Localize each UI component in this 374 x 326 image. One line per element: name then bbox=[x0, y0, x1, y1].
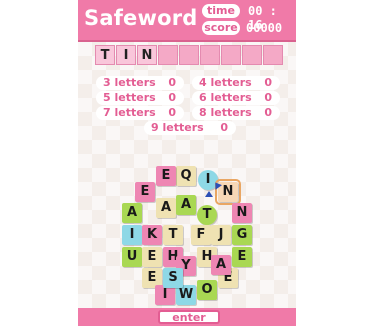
letter-tile[interactable]: E bbox=[156, 166, 176, 186]
word-slot: T bbox=[95, 45, 115, 65]
enter-bar: enter bbox=[78, 308, 296, 326]
count-label: 9 letters bbox=[151, 121, 204, 134]
game-screen: Safeword time 00 : 16 score 00000 T I N … bbox=[78, 0, 296, 326]
count-label: 4 letters bbox=[199, 76, 252, 89]
count-label: 5 letters bbox=[103, 91, 156, 104]
letter-tile[interactable]: Q bbox=[176, 166, 196, 186]
letter-tile[interactable]: I bbox=[155, 285, 175, 305]
letter-tile[interactable]: K bbox=[142, 225, 162, 245]
letter-tile[interactable]: E bbox=[142, 247, 162, 267]
count-label: 7 letters bbox=[103, 106, 156, 119]
path-arrow-icon bbox=[205, 191, 213, 197]
word-slot bbox=[221, 45, 241, 65]
letter-tile[interactable]: A bbox=[211, 255, 231, 275]
count-value: 0 bbox=[220, 121, 228, 134]
letter-tile[interactable]: A bbox=[122, 203, 142, 223]
count-9-letters: 9 letters 0 bbox=[144, 121, 236, 135]
letter-tile[interactable]: U bbox=[122, 247, 142, 267]
word-slot bbox=[158, 45, 178, 65]
count-value: 0 bbox=[168, 91, 176, 104]
letter-tile[interactable]: T bbox=[163, 225, 183, 245]
word-slot: I bbox=[116, 45, 136, 65]
word-slot bbox=[263, 45, 283, 65]
letter-tile[interactable]: A bbox=[156, 198, 176, 218]
count-6-letters: 6 letters 0 bbox=[192, 91, 280, 105]
letter-tile[interactable]: J bbox=[211, 225, 231, 245]
letter-tile[interactable]: G bbox=[232, 225, 252, 245]
count-5-letters: 5 letters 0 bbox=[96, 91, 184, 105]
count-3-letters: 3 letters 0 bbox=[96, 76, 184, 90]
letter-tile-selected[interactable]: T bbox=[197, 205, 217, 225]
game-title: Safeword bbox=[84, 6, 198, 30]
count-value: 0 bbox=[264, 91, 272, 104]
header-bar: Safeword time 00 : 16 score 00000 bbox=[78, 0, 296, 40]
count-7-letters: 7 letters 0 bbox=[96, 106, 184, 120]
word-slot bbox=[242, 45, 262, 65]
count-label: 6 letters bbox=[199, 91, 252, 104]
letter-tile[interactable]: O bbox=[197, 280, 217, 300]
letter-tile[interactable]: W bbox=[176, 285, 196, 305]
letter-tile[interactable]: F bbox=[191, 225, 211, 245]
letter-tile[interactable]: E bbox=[135, 182, 155, 202]
score-value: 00000 bbox=[246, 21, 283, 35]
time-label: time bbox=[202, 4, 240, 18]
word-slot: N bbox=[137, 45, 157, 65]
count-value: 0 bbox=[168, 106, 176, 119]
count-value: 0 bbox=[264, 76, 272, 89]
word-slot bbox=[179, 45, 199, 65]
score-label: score bbox=[202, 21, 240, 35]
letter-tile[interactable]: E bbox=[232, 247, 252, 267]
letter-tile[interactable]: N bbox=[232, 203, 252, 223]
count-value: 0 bbox=[168, 76, 176, 89]
count-label: 3 letters bbox=[103, 76, 156, 89]
word-slot bbox=[200, 45, 220, 65]
count-4-letters: 4 letters 0 bbox=[192, 76, 280, 90]
current-word: T I N bbox=[95, 45, 283, 65]
count-8-letters: 8 letters 0 bbox=[192, 106, 280, 120]
count-label: 8 letters bbox=[199, 106, 252, 119]
letter-tile[interactable]: S bbox=[163, 268, 183, 288]
enter-button[interactable]: enter bbox=[158, 310, 220, 324]
letter-tile[interactable]: A bbox=[176, 195, 196, 215]
letter-tile[interactable]: I bbox=[122, 225, 142, 245]
count-value: 0 bbox=[264, 106, 272, 119]
